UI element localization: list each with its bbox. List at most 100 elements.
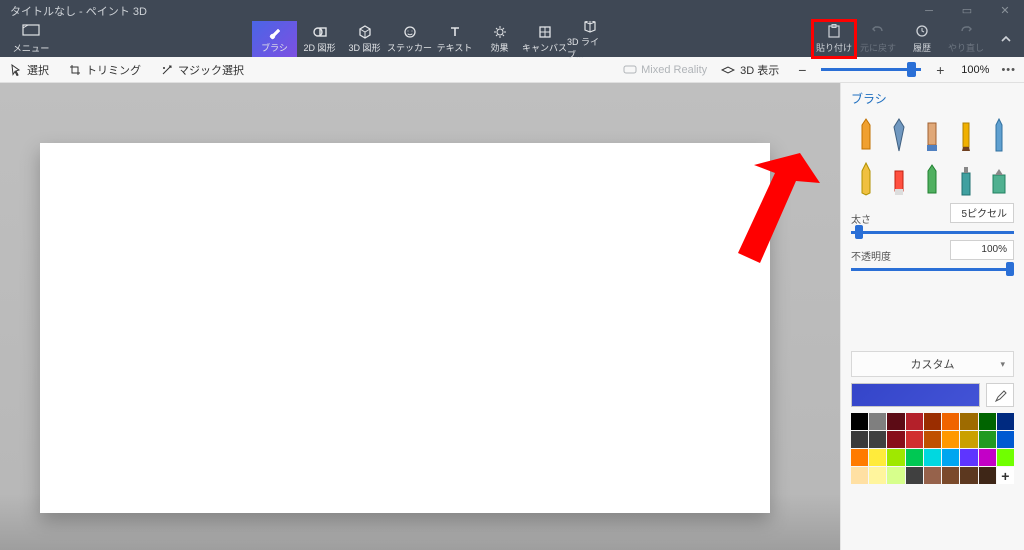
zoom-in-button[interactable]: + (931, 62, 949, 78)
expand-panel-button[interactable] (988, 21, 1024, 57)
canvas[interactable] (40, 143, 770, 513)
history-button[interactable]: 履歴 (900, 21, 944, 57)
zoom-slider[interactable] (821, 68, 921, 71)
3d-view-button[interactable]: 3D 表示 (715, 62, 785, 78)
thickness-label: 太さ (851, 211, 871, 226)
color-swatch[interactable] (960, 449, 977, 466)
color-swatch[interactable] (924, 467, 941, 484)
title-bar: タイトルなし - ペイント 3D ─ ▭ ✕ (0, 0, 1024, 21)
tool-canvas[interactable]: キャンバス (522, 21, 567, 57)
color-swatch[interactable] (887, 449, 904, 466)
more-button[interactable]: ••• (1001, 64, 1016, 76)
brush-calligraphy[interactable] (884, 113, 913, 153)
color-swatch[interactable] (887, 467, 904, 484)
tool-fx[interactable]: 効果 (477, 21, 522, 57)
tool-3dlib[interactable]: 3D ライブ... (567, 21, 612, 57)
paste-button[interactable]: 貼り付け (812, 21, 856, 57)
redo-icon (959, 24, 973, 40)
menu-button[interactable]: メニュー (0, 21, 62, 57)
color-swatch[interactable] (960, 467, 977, 484)
opacity-input[interactable]: 100% (950, 240, 1014, 260)
mixed-reality-button[interactable]: Mixed Reality (623, 64, 707, 76)
text-icon (447, 24, 463, 40)
color-swatch[interactable] (924, 431, 941, 448)
eyedropper-icon (993, 388, 1007, 402)
thickness-slider[interactable] (851, 231, 1014, 234)
cursor-icon (10, 64, 22, 76)
material-dropdown[interactable]: カスタム ▾ (851, 351, 1014, 377)
color-swatch[interactable] (979, 413, 996, 430)
tool-3d[interactable]: 3D 図形 (342, 21, 387, 57)
color-swatch[interactable] (942, 431, 959, 448)
color-swatch[interactable] (906, 467, 923, 484)
color-swatch[interactable] (869, 467, 886, 484)
select-tool[interactable]: 選択 (0, 57, 59, 82)
brush-watercolor[interactable] (951, 113, 980, 153)
panel-title: ブラシ (851, 90, 1014, 107)
close-button[interactable]: ✕ (986, 0, 1024, 21)
color-swatch[interactable] (906, 431, 923, 448)
color-swatch[interactable] (997, 413, 1014, 430)
color-swatch[interactable] (979, 467, 996, 484)
color-swatch[interactable] (869, 413, 886, 430)
undo-button[interactable]: 元に戻す (856, 21, 900, 57)
color-swatch[interactable] (997, 449, 1014, 466)
brush-crayon[interactable] (918, 157, 947, 197)
thickness-input[interactable]: 5ピクセル (950, 203, 1014, 223)
magic-select-tool[interactable]: マジック選択 (151, 57, 254, 82)
zoom-out-button[interactable]: − (793, 62, 811, 78)
tool-brush[interactable]: ブラシ (252, 21, 297, 57)
3d-icon (357, 24, 373, 40)
redo-button[interactable]: やり直し (944, 21, 988, 57)
crop-tool[interactable]: トリミング (59, 57, 151, 82)
color-swatch[interactable] (942, 413, 959, 430)
tool-2d[interactable]: 2D 図形 (297, 21, 342, 57)
color-swatch[interactable] (851, 449, 868, 466)
color-palette: + (851, 413, 1014, 484)
color-swatch[interactable] (887, 431, 904, 448)
color-swatch[interactable] (887, 413, 904, 430)
history-icon (915, 24, 929, 40)
color-swatch[interactable] (851, 431, 868, 448)
canvas-icon (537, 24, 553, 40)
opacity-label: 不透明度 (851, 248, 891, 263)
color-swatch[interactable] (997, 431, 1014, 448)
color-swatch[interactable] (924, 413, 941, 430)
color-swatch[interactable] (942, 449, 959, 466)
color-swatch[interactable] (869, 431, 886, 448)
fx-icon (492, 24, 508, 40)
brush-pencil[interactable] (851, 157, 880, 197)
brush-picker (851, 113, 1014, 197)
add-color-button[interactable]: + (997, 467, 1014, 484)
magic-icon (161, 64, 173, 76)
color-swatch[interactable] (906, 449, 923, 466)
tool-text[interactable]: テキスト (432, 21, 477, 57)
header-toolbar: メニュー ブラシ2D 図形3D 図形ステッカーテキスト効果キャンバス3D ライブ… (0, 21, 1024, 57)
brush-oil[interactable] (918, 113, 947, 153)
undo-icon (871, 24, 885, 40)
crop-icon (69, 64, 81, 76)
color-swatch[interactable] (979, 431, 996, 448)
brush-fill[interactable] (985, 157, 1014, 197)
chevron-down-icon: ▾ (1000, 359, 1005, 370)
color-swatch[interactable] (942, 467, 959, 484)
brush-pixel[interactable] (985, 113, 1014, 153)
color-swatch[interactable] (869, 449, 886, 466)
maximize-button[interactable]: ▭ (948, 0, 986, 21)
color-swatch[interactable] (851, 467, 868, 484)
current-color-swatch[interactable] (851, 383, 980, 407)
brush-eraser[interactable] (884, 157, 913, 197)
brush-spray[interactable] (951, 157, 980, 197)
mixed-reality-icon (623, 65, 637, 75)
tool-sticker[interactable]: ステッカー (387, 21, 432, 57)
brush-marker[interactable] (851, 113, 880, 153)
color-swatch[interactable] (979, 449, 996, 466)
color-swatch[interactable] (924, 449, 941, 466)
color-swatch[interactable] (960, 431, 977, 448)
color-swatch[interactable] (851, 413, 868, 430)
opacity-slider[interactable] (851, 268, 1014, 271)
color-swatch[interactable] (960, 413, 977, 430)
color-swatch[interactable] (906, 413, 923, 430)
eyedropper-button[interactable] (986, 383, 1014, 407)
minimize-button[interactable]: ─ (910, 0, 948, 21)
